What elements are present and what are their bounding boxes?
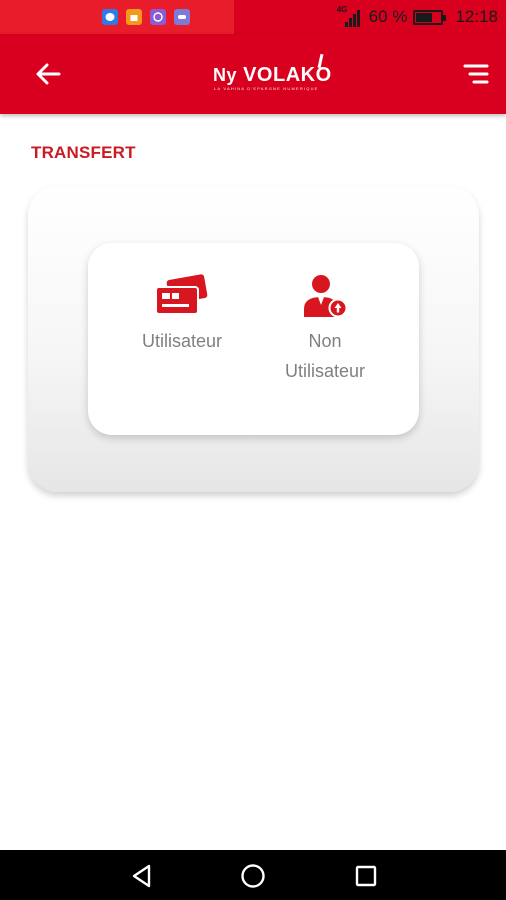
user-add-icon [295,272,355,320]
back-button[interactable] [30,56,66,92]
game-icon [174,9,190,25]
system-status: 4G 60 % 12:18 [337,0,498,34]
logo-prefix: Ny [213,65,238,85]
nav-recents-button[interactable] [348,860,384,892]
screen: 4G 60 % 12:18 Ny VOLAKO LA VAHINA D'EPAR… [0,0,506,900]
app-logo: Ny VOLAKO LA VAHINA D'EPARGNE NUMERIQUE [213,52,345,96]
option-utilisateur[interactable]: Utilisateur [122,272,242,356]
menu-icon [463,64,489,84]
battery-percentage: 60 % [368,7,408,26]
option-non-utilisateur[interactable]: Non Utilisateur [265,272,385,386]
option-utilisateur-label: Utilisateur [141,331,223,351]
logo-main: VOLAKO [243,64,332,86]
page-title: TRANSFERT [31,143,136,162]
shop-icon [126,9,142,25]
option-non-utilisateur-line2: Utilisateur [284,361,366,381]
network-type-label: 4G [336,5,348,14]
clock: 12:18 [455,7,498,26]
option-non-utilisateur-line1: Non [308,331,342,351]
app-bar: Ny VOLAKO LA VAHINA D'EPARGNE NUMERIQUE [0,34,506,114]
viber-icon [150,9,166,25]
logo-text: Ny VOLAKO [213,64,332,87]
logo-tagline: LA VAHINA D'EPARGNE NUMERIQUE [214,86,319,91]
menu-button[interactable] [456,56,496,92]
arrow-left-icon [36,63,61,85]
nav-home-button[interactable] [235,860,271,892]
nav-back-icon [132,864,151,888]
battery-icon [413,9,447,25]
navigation-bar [0,850,506,900]
option-non-utilisateur-label: Non Utilisateur [285,326,365,386]
messenger-icon [102,9,118,25]
battery-level [416,12,433,22]
notification-area [0,0,234,34]
nav-back-button[interactable] [124,860,160,892]
cards-icon [152,272,212,320]
signal-icon: 4G [336,5,363,27]
nav-home-icon [241,864,265,888]
status-bar: 4G 60 % 12:18 [0,0,506,34]
nav-recents-icon [355,865,377,887]
